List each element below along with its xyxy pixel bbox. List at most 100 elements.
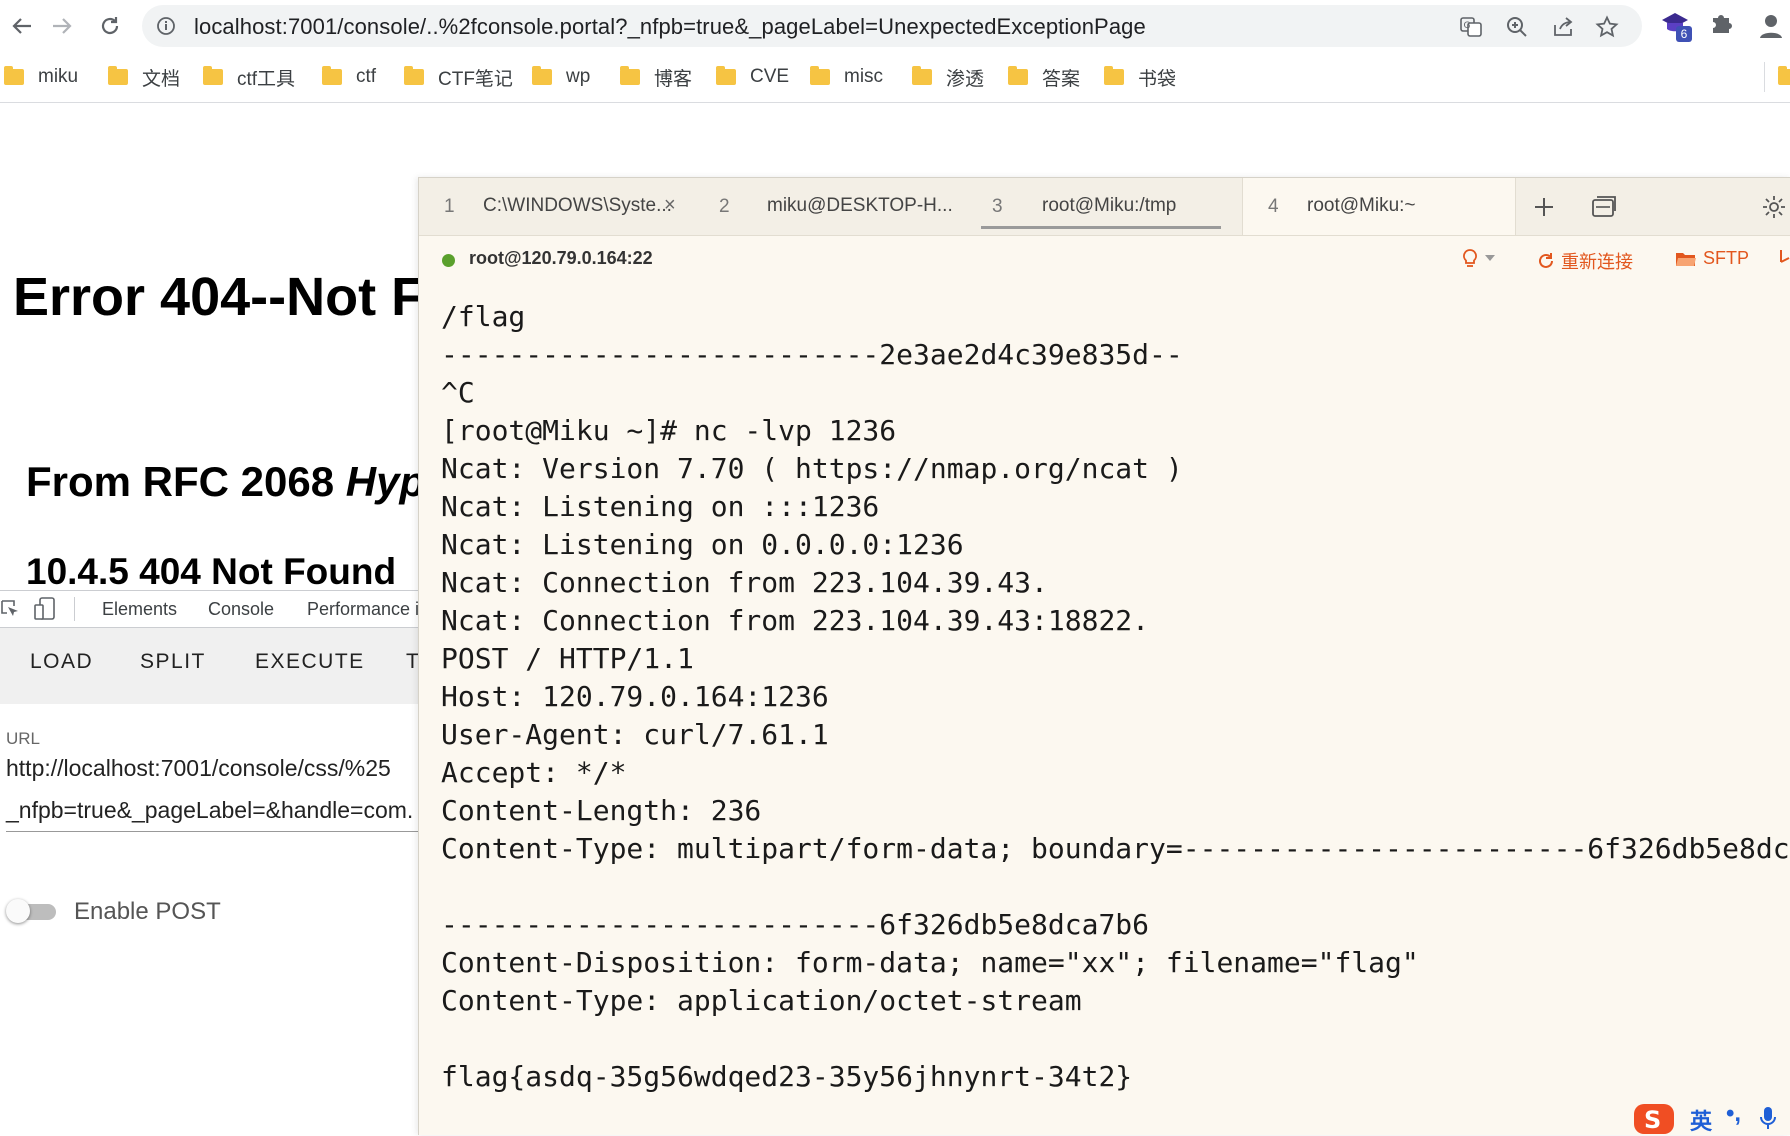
inspect-icon[interactable]: [0, 599, 20, 619]
terminal-line: flag{asdq-35g56wdqed23-35y56jhnynrt-34t2…: [441, 1060, 1133, 1093]
bookmark-label: 文档: [142, 68, 181, 90]
bookmark-label: 书袋: [1138, 68, 1177, 90]
terminal-line: Ncat: Listening on 0.0.0.0:1236: [441, 528, 964, 561]
folder-icon: [404, 66, 424, 85]
folder-icon: [810, 66, 830, 85]
folder-icon: [4, 66, 24, 85]
tab-number: 3: [992, 196, 1003, 217]
bookmark-miku[interactable]: miku: [4, 63, 78, 91]
folder-open-icon: [1676, 252, 1696, 266]
more-actions-icon[interactable]: [1779, 248, 1790, 266]
bookmark-misc[interactable]: misc: [810, 63, 883, 91]
close-tab-icon[interactable]: ×: [664, 194, 676, 217]
bookmark-label: miku: [38, 66, 79, 87]
folder-icon: [1778, 66, 1790, 85]
terminal-line: Content-Type: application/octet-stream: [441, 984, 1082, 1017]
microphone-icon: [1760, 1107, 1776, 1129]
tab-title: root@Miku:/tmp: [1042, 195, 1177, 216]
bookmark-answers[interactable]: 答案: [1008, 63, 1080, 91]
tab-divider: [74, 597, 75, 621]
bookmark-wp[interactable]: wp: [532, 63, 590, 91]
bookmark-cve[interactable]: CVE: [716, 63, 789, 91]
new-tab-icon[interactable]: [1527, 190, 1561, 224]
tips-dropdown[interactable]: [1461, 248, 1501, 268]
address-bar[interactable]: localhost:7001/console/..%2fconsole.port…: [142, 5, 1642, 47]
sftp-label: SFTP: [1703, 248, 1750, 268]
folder-icon: [203, 66, 223, 85]
zoom-icon[interactable]: [1504, 14, 1530, 40]
bookmark-ctf-notes[interactable]: CTF笔记: [404, 63, 513, 91]
terminal-tab-bar: 1 C:\WINDOWS\Syste... × 2 miku@DESKTOP-H…: [419, 178, 1790, 236]
bookmark-blog[interactable]: 博客: [620, 63, 692, 91]
browser-toolbar: localhost:7001/console/..%2fconsole.port…: [0, 0, 1790, 52]
lightbulb-icon: [1463, 249, 1477, 267]
bookmark-divider: [1764, 62, 1765, 92]
bookmark-ctf-tools[interactable]: ctf工具: [203, 63, 295, 91]
extension-graduation-icon[interactable]: 6: [1660, 10, 1692, 42]
folder-icon: [1008, 66, 1028, 85]
folder-icon: [620, 66, 640, 85]
bookmark-label: CVE: [750, 66, 790, 87]
window-list-icon[interactable]: [1587, 190, 1621, 224]
bookmark-label: misc: [844, 66, 884, 87]
terminal-output[interactable]: /flag --------------------------2e3ae2d4c…: [441, 298, 1790, 1135]
bookmark-docs[interactable]: 文档: [108, 63, 180, 91]
share-icon[interactable]: [1550, 14, 1576, 40]
terminal-line: Ncat: Listening on :::1236: [441, 490, 880, 523]
reconnect-button[interactable]: 重新连接: [1537, 248, 1633, 274]
terminal-line: [root@Miku ~]# nc -lvp 1236: [441, 414, 897, 447]
bookmark-bookbag[interactable]: 书袋: [1104, 63, 1176, 91]
ime-toolbar[interactable]: S 英 •,: [1632, 1100, 1790, 1134]
terminal-tab-2[interactable]: 2 miku@DESKTOP-H...: [694, 178, 964, 235]
forward-button[interactable]: [46, 10, 78, 42]
bookmark-label: CTF笔记: [438, 68, 513, 90]
reconnect-label: 重新连接: [1561, 252, 1633, 272]
refresh-icon: [1539, 253, 1553, 268]
folder-icon: [716, 66, 736, 85]
info-icon[interactable]: [156, 16, 176, 36]
forward-arrow-icon: [53, 18, 72, 34]
url-field-line-2[interactable]: _nfpb=true&_pageLabel=&handle=com.: [6, 797, 413, 824]
terminal-line: Content-Type: multipart/form-data; bound…: [441, 832, 1790, 865]
terminal-tab-1[interactable]: 1 C:\WINDOWS\Syste... ×: [419, 178, 709, 235]
terminal-line: Ncat: Version 7.70 ( https://nmap.org/nc…: [441, 452, 1183, 485]
bookmark-ctf[interactable]: ctf: [322, 63, 376, 91]
terminal-line: ^C: [441, 376, 475, 409]
tab-number: 2: [719, 196, 730, 217]
terminal-tab-4[interactable]: 4 root@Miku:~: [1242, 178, 1516, 235]
extensions-puzzle-icon[interactable]: [1708, 10, 1738, 40]
url-text[interactable]: localhost:7001/console/..%2fconsole.port…: [194, 14, 1146, 40]
extension-badge: 6: [1676, 26, 1692, 42]
bookmark-pentest[interactable]: 渗透: [912, 63, 984, 91]
load-button[interactable]: LOAD: [30, 650, 93, 674]
bookmarks-bar: miku 文档 ctf工具 ctf CTF笔记 wp 博客 CVE misc 渗…: [0, 52, 1790, 103]
settings-gear-icon[interactable]: [1757, 190, 1790, 224]
tab-performance[interactable]: Performance i: [307, 599, 419, 620]
execute-button[interactable]: EXECUTE: [255, 650, 365, 674]
url-field-line-1[interactable]: http://localhost:7001/console/css/%25: [6, 755, 391, 782]
url-field-underline: [6, 831, 426, 832]
tab-console[interactable]: Console: [208, 599, 274, 620]
bookmark-other[interactable]: [1778, 63, 1790, 91]
rfc-heading-italic: Hyp: [345, 458, 426, 505]
bookmark-star-icon[interactable]: [1594, 14, 1620, 40]
device-toggle-icon[interactable]: [34, 597, 56, 621]
terminal-line: --------------------------2e3ae2d4c39e83…: [441, 338, 1183, 371]
terminal-line: User-Agent: curl/7.61.1: [441, 718, 829, 751]
translate-icon[interactable]: G: [1458, 14, 1484, 40]
enable-post-toggle[interactable]: [6, 899, 62, 923]
split-button[interactable]: SPLIT: [140, 650, 206, 674]
tab-title: C:\WINDOWS\Syste...: [483, 195, 672, 216]
back-button[interactable]: [6, 10, 38, 42]
terminal-line: Accept: */*: [441, 756, 627, 789]
url-field-label: URL: [6, 729, 41, 748]
profile-icon[interactable]: [1756, 10, 1786, 40]
bookmark-label: 博客: [654, 68, 693, 90]
terminal-line: Content-Length: 236: [441, 794, 762, 827]
tab-elements[interactable]: Elements: [102, 599, 177, 620]
tab-title: miku@DESKTOP-H...: [767, 195, 953, 216]
reload-button[interactable]: [94, 10, 126, 42]
sftp-button[interactable]: SFTP: [1675, 248, 1749, 269]
